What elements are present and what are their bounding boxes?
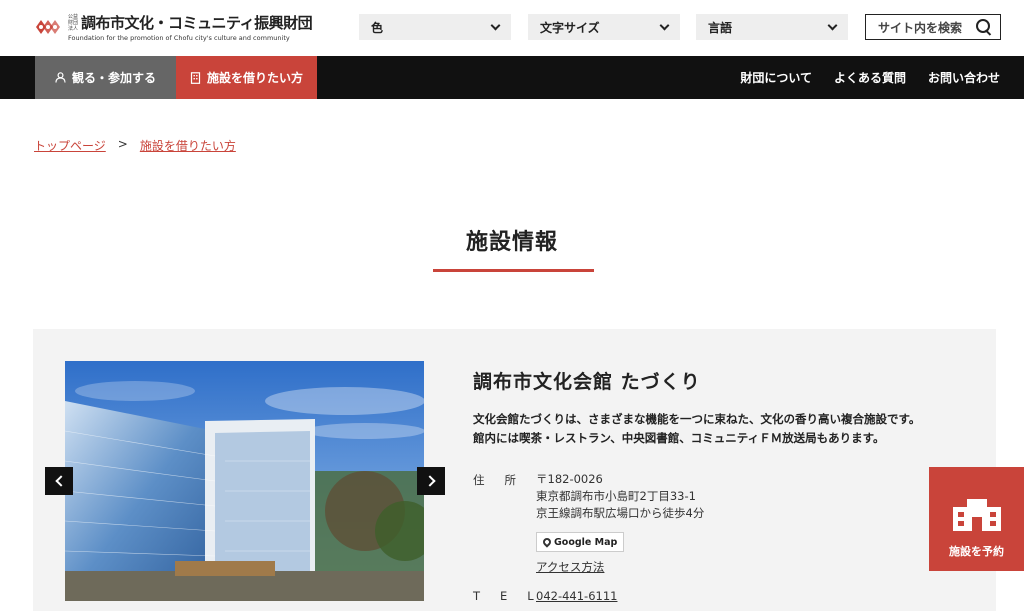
- chevron-down-icon: [490, 20, 501, 30]
- site-logo[interactable]: 公益財団法人 調布市文化・コミュニティ振興財団 Foundation for t…: [34, 12, 313, 42]
- reserve-label: 施設を予約: [949, 545, 1004, 558]
- site-search-button[interactable]: サイト内を検索: [865, 14, 1001, 40]
- site-search-label: サイト内を検索: [878, 20, 963, 35]
- facility-description: 文化会館たづくりは、さまざまな機能を一つに束ねた、文化の香り高い複合施設です。 …: [473, 410, 920, 448]
- nav-link-about[interactable]: 財団について: [740, 69, 812, 86]
- address-label: 住所: [473, 473, 536, 487]
- access-link[interactable]: アクセス方法: [536, 559, 604, 575]
- chevron-down-icon: [659, 20, 670, 30]
- facility-description-line1: 文化会館たづくりは、さまざまな機能を一つに束ねた、文化の香り高い複合施設です。: [473, 412, 921, 426]
- carousel-prev-button[interactable]: [45, 467, 73, 495]
- breadcrumb-current-link[interactable]: 施設を借りたい方: [140, 137, 236, 154]
- building-icon: [952, 499, 1001, 531]
- color-select[interactable]: 色: [359, 14, 511, 40]
- nav-link-faq[interactable]: よくある質問: [834, 69, 906, 86]
- page-title: 施設情報: [465, 230, 558, 255]
- logo-tiny-text: 公益財団法人: [68, 13, 79, 32]
- font-size-select-label: 文字サイズ: [540, 20, 600, 35]
- color-select-label: 色: [371, 20, 384, 35]
- main-nav: 観る・参加する 施設を借りたい方 財団について よくある質問 お問い合わせ: [0, 56, 1024, 99]
- nav-tab-watch-label: 観る・参加する: [71, 71, 156, 85]
- person-icon: [55, 72, 66, 83]
- map-pin-icon: [541, 536, 553, 548]
- reserve-facility-button[interactable]: 施設を予約: [929, 467, 1024, 571]
- chevron-down-icon: [827, 20, 838, 30]
- nav-link-contact[interactable]: お問い合わせ: [928, 69, 1000, 86]
- facility-name: 調布市文化会館 たづくり: [473, 371, 701, 393]
- logo-mark-icon: [36, 20, 60, 34]
- carousel-next-button[interactable]: [417, 467, 445, 495]
- facility-description-line2: 館内には喫茶・レストラン、中央図書館、コミュニティＦＭ放送局もあります。: [473, 431, 885, 445]
- chevron-right-icon: [423, 475, 436, 487]
- tel-link[interactable]: 042-441-6111: [536, 589, 617, 603]
- building-icon: [190, 71, 201, 84]
- logo-subtitle: Foundation for the promotion of Chofu ci…: [68, 34, 290, 42]
- access-note: 京王線調布駅広場口から徒歩4分: [536, 506, 705, 520]
- language-select-label: 言語: [708, 20, 733, 35]
- google-map-button[interactable]: Google Map: [536, 532, 625, 552]
- postal-code: 〒182-0026: [536, 472, 603, 486]
- breadcrumb-home-link[interactable]: トップページ: [34, 137, 106, 154]
- logo-title: 調布市文化・コミュニティ振興財団: [81, 14, 313, 32]
- facility-photo: [65, 361, 424, 601]
- nav-tab-watch-participate[interactable]: 観る・参加する: [35, 56, 176, 99]
- search-icon: [976, 19, 992, 35]
- address-block: 〒182-0026 東京都調布市小島町2丁目33-1 京王線調布駅広場口から徒歩…: [536, 471, 704, 522]
- chevron-left-icon: [54, 475, 67, 487]
- breadcrumb-separator: >: [117, 137, 128, 151]
- site-header: 公益財団法人 調布市文化・コミュニティ振興財団 Foundation for t…: [0, 0, 1024, 56]
- language-select[interactable]: 言語: [696, 14, 848, 40]
- nav-tab-rent-label: 施設を借りたい方: [206, 71, 303, 85]
- title-underline: [433, 269, 594, 272]
- breadcrumb: トップページ > 施設を借りたい方: [34, 137, 236, 154]
- google-map-label: Google Map: [554, 536, 618, 548]
- nav-tab-rent-facility[interactable]: 施設を借りたい方: [176, 56, 317, 99]
- address-text: 東京都調布市小島町2丁目33-1: [536, 489, 696, 503]
- font-size-select[interactable]: 文字サイズ: [528, 14, 680, 40]
